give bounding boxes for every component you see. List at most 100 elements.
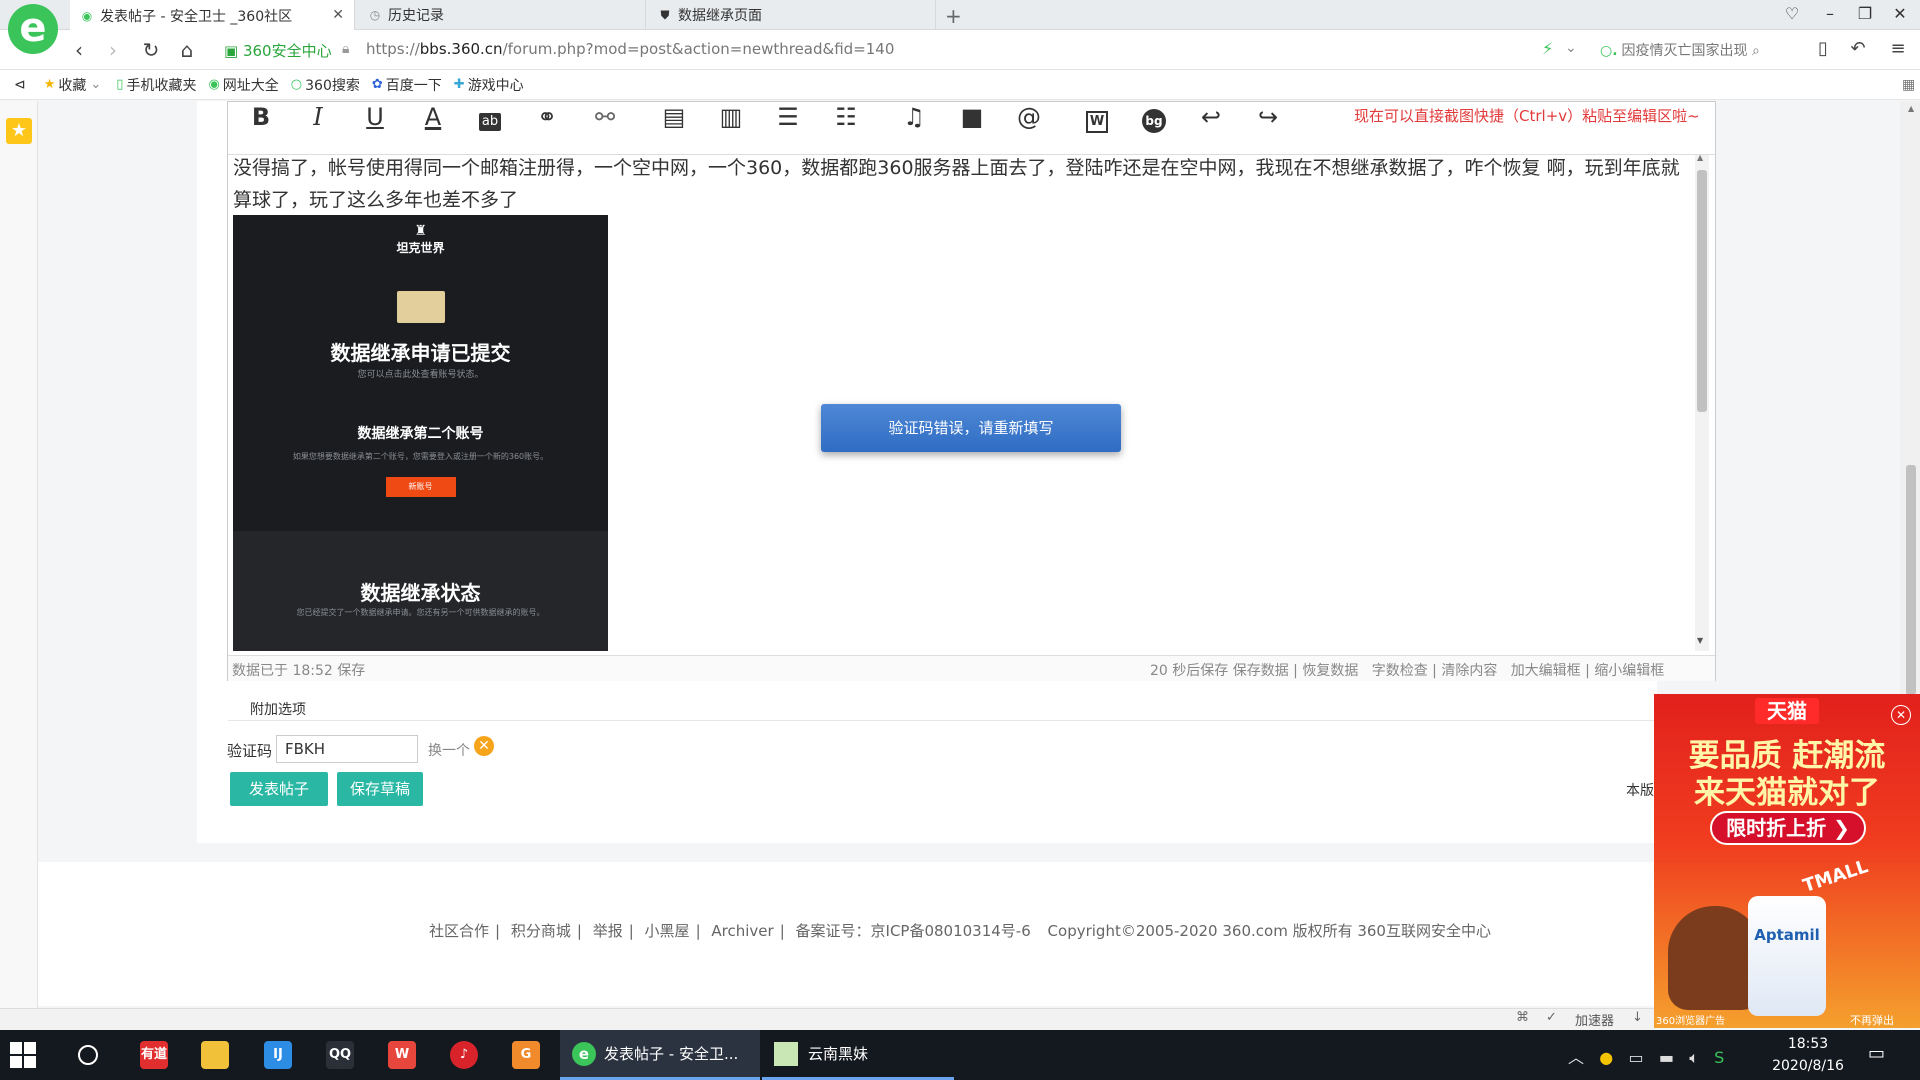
underline-icon[interactable]: U — [358, 100, 392, 134]
network-icon[interactable]: ▭ — [1629, 1048, 1644, 1067]
refresh-captcha-link[interactable]: 换一个 — [428, 740, 470, 760]
music-icon[interactable]: ♫ — [897, 100, 931, 134]
browser-logo-icon[interactable]: e — [8, 4, 58, 54]
netease-music-icon[interactable]: ♪ — [438, 1030, 490, 1080]
new-tab-button[interactable]: + — [945, 4, 962, 28]
taskbar-window-browser[interactable]: e 发表帖子 - 安全卫... — [560, 1030, 760, 1080]
menu-icon[interactable]: ≡ — [1885, 38, 1911, 59]
thumbtack-icon[interactable]: ✓ — [1546, 1010, 1557, 1025]
tab-data-inherit[interactable]: ⛊ 数据继承页面 — [648, 0, 936, 30]
undo-close-icon[interactable]: ↶ — [1845, 38, 1871, 59]
footer-link-archiver[interactable]: Archiver — [711, 922, 773, 940]
shrink-editor-link[interactable]: 缩小编辑框 — [1594, 663, 1664, 679]
footer-link-shop[interactable]: 积分商城 — [511, 922, 571, 940]
bg-icon[interactable]: bg — [1137, 100, 1171, 134]
chevron-up-icon[interactable]: ︿ — [1568, 1048, 1584, 1067]
url-input[interactable]: https://bbs.360.cn/forum.php?mod=post&ac… — [366, 40, 894, 58]
clock-time[interactable]: 18:53 — [1768, 1036, 1848, 1052]
link-icon[interactable]: ⚭ — [530, 100, 564, 134]
battery-icon[interactable]: ▬ — [1659, 1048, 1674, 1067]
undo-icon[interactable]: ↩ — [1194, 100, 1228, 134]
board-rules-link[interactable]: 本版 — [1626, 780, 1654, 800]
video-icon[interactable]: ■ — [955, 100, 989, 134]
bookmark-game-center[interactable]: ✚ 游戏中心 — [454, 75, 524, 95]
game-app-icon[interactable]: G — [500, 1030, 552, 1080]
search-input[interactable]: 因疫情灭亡国家出现 — [1622, 43, 1748, 59]
volume-icon[interactable]: 🔈︎ — [1689, 1048, 1699, 1067]
360-tray-icon[interactable]: ● — [1599, 1048, 1613, 1067]
bookmark-baidu[interactable]: ✿ 百度一下 — [372, 75, 442, 95]
tab-close-icon[interactable]: ✕ — [332, 7, 344, 23]
code-icon[interactable]: ▥ — [714, 100, 748, 134]
font-color-icon[interactable]: A — [416, 100, 450, 134]
speed-mode-icon[interactable]: ⚡ — [1542, 39, 1553, 58]
ad-cta-button[interactable]: 限时折上折 ❯ — [1710, 811, 1866, 845]
word-icon[interactable]: W — [1080, 100, 1114, 134]
background-color-icon[interactable]: ab — [473, 100, 507, 134]
scroll-up-icon[interactable]: ▲ — [1908, 104, 1914, 113]
taskbar-search-icon[interactable] — [78, 1045, 98, 1065]
editor-content-text[interactable]: 没得搞了，帐号使用得同一个邮箱注册得，一个空中网，一个360，数据都跑360服务… — [233, 152, 1693, 216]
collapse-sidebar-icon[interactable]: ⊲ — [14, 77, 26, 93]
home-icon[interactable]: ⌂ — [174, 38, 200, 62]
bookmark-hao360[interactable]: ◉ 网址大全 — [208, 75, 278, 95]
ad-dismiss-link[interactable]: 不再弹出 — [1850, 1012, 1894, 1028]
chevron-down-icon[interactable]: ⌄ — [1565, 40, 1577, 56]
footer-link-cooperation[interactable]: 社区合作 — [429, 922, 489, 940]
windows-start-icon[interactable] — [10, 1042, 36, 1068]
save-draft-button[interactable]: 保存草稿 — [337, 772, 423, 806]
clear-content-link[interactable]: 清除内容 — [1441, 663, 1497, 679]
notification-icon[interactable]: ▭ — [1868, 1043, 1885, 1064]
footer-link-report[interactable]: 举报 — [593, 922, 623, 940]
tab-post-thread[interactable]: ◉ 发表帖子 - 安全卫士 _360社区 ✕ — [70, 0, 355, 31]
restore-icon[interactable]: ❐ — [1853, 4, 1877, 23]
pin-icon[interactable]: ⌘ — [1516, 1010, 1529, 1025]
unordered-list-icon[interactable]: ☷ — [829, 100, 863, 134]
unlink-icon[interactable]: ⚯ — [588, 100, 622, 134]
redo-icon[interactable]: ↪ — [1251, 100, 1285, 134]
footer-link-blackroom[interactable]: 小黑屋 — [645, 922, 690, 940]
forward-icon[interactable]: › — [100, 38, 126, 62]
bookmark-mobile[interactable]: ▯ 手机收藏夹 — [116, 75, 196, 95]
bold-icon[interactable]: B — [244, 100, 278, 134]
qq-app-icon[interactable]: QQ — [314, 1030, 366, 1080]
italic-icon[interactable]: I — [301, 100, 335, 134]
save-data-link[interactable]: 保存数据 — [1233, 663, 1289, 679]
page-scroll-thumb[interactable] — [1906, 465, 1916, 695]
apps-grid-icon[interactable]: ▦ — [1902, 77, 1915, 93]
minimize-icon[interactable]: – — [1818, 4, 1842, 23]
restore-data-link[interactable]: 恢复数据 — [1302, 663, 1358, 679]
editor-scroll-thumb[interactable] — [1697, 170, 1707, 412]
clock-date[interactable]: 2020/8/16 — [1760, 1058, 1856, 1074]
post-thread-button[interactable]: 发表帖子 — [230, 772, 328, 806]
word-count-link[interactable]: 字数检查 — [1372, 663, 1428, 679]
download-icon[interactable]: ↓ — [1632, 1010, 1643, 1025]
tab-history[interactable]: ◷ 历史记录 — [358, 0, 646, 30]
bookmark-360-search[interactable]: ○ 360搜索 — [291, 75, 360, 95]
captcha-input[interactable] — [276, 735, 418, 763]
youdao-app-icon[interactable]: 有道 — [128, 1030, 180, 1080]
scroll-down-icon[interactable]: ▼ — [1697, 636, 1703, 645]
jetbrains-app-icon[interactable]: IJ — [252, 1030, 304, 1080]
quote-icon[interactable]: ▤ — [657, 100, 691, 134]
enlarge-editor-link[interactable]: 加大编辑框 — [1511, 663, 1581, 679]
security-center-link[interactable]: ▣ 360安全中心 — [224, 40, 332, 61]
search-icon[interactable]: ⌕ — [1752, 43, 1760, 59]
back-icon[interactable]: ‹ — [66, 38, 92, 62]
favorites-star-icon[interactable]: ★ — [6, 118, 32, 144]
reload-icon[interactable]: ↻ — [138, 38, 164, 62]
close-window-icon[interactable]: ✕ — [1888, 4, 1912, 23]
lock-icon[interactable]: 🔒︎ — [342, 41, 349, 57]
at-icon[interactable]: @ — [1012, 100, 1046, 134]
wps-app-icon[interactable]: W — [376, 1030, 428, 1080]
reading-mode-icon[interactable]: ▯ — [1810, 38, 1836, 59]
bookmark-favorites[interactable]: ★ 收藏 ⌄ — [44, 75, 105, 95]
embedded-screenshot[interactable]: ♜ 坦克世界 数据继承申请已提交 您可以点击此处查看账号状态。 数据继承第二个账号… — [233, 215, 608, 651]
attach-options-link[interactable]: 附加选项 — [250, 699, 306, 719]
skin-icon[interactable]: ♡ — [1780, 4, 1804, 23]
accelerator-button[interactable]: 加速器 — [1575, 1010, 1614, 1029]
ordered-list-icon[interactable]: ☰ — [771, 100, 805, 134]
search-box[interactable]: ○. 因疫情灭亡国家出现 ⌕ — [1600, 40, 1790, 60]
captcha-error-toast[interactable]: 验证码错误，请重新填写 — [821, 404, 1121, 452]
scroll-up-icon[interactable]: ▲ — [1697, 153, 1703, 162]
